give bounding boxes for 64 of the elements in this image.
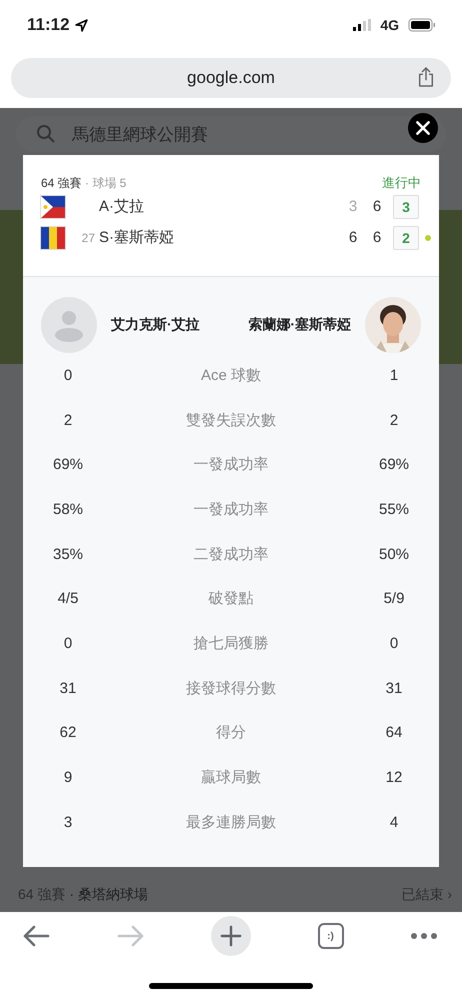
stat-label: 破發點 bbox=[208, 589, 254, 608]
address-bar[interactable]: google.com bbox=[11, 58, 451, 98]
stat-label: 二發成功率 bbox=[194, 544, 268, 564]
location-arrow-icon bbox=[74, 18, 88, 32]
stat-label: 一發成功率 bbox=[194, 500, 268, 519]
stat-value: 69% bbox=[52, 456, 84, 474]
avatar-placeholder-icon bbox=[41, 297, 97, 353]
stat-label: 得分 bbox=[216, 723, 246, 742]
stat-value: 35% bbox=[52, 546, 84, 563]
stat-value: 2 bbox=[64, 412, 72, 429]
signal-icon bbox=[353, 19, 372, 31]
player-name: A·艾拉 bbox=[99, 197, 145, 216]
more-icon[interactable] bbox=[410, 932, 438, 940]
stat-value: 9 bbox=[64, 769, 72, 786]
stat-value: 12 bbox=[386, 769, 402, 786]
plus-icon bbox=[220, 925, 242, 947]
stat-value: 31 bbox=[60, 680, 76, 697]
stat-value: 4/5 bbox=[58, 590, 78, 608]
status-time: 11:12 bbox=[27, 15, 70, 35]
tabs-button[interactable]: :) bbox=[318, 923, 344, 949]
search-icon bbox=[36, 124, 56, 144]
stat-value: 4 bbox=[390, 814, 398, 831]
stat-label: 最多連勝局數 bbox=[186, 812, 276, 832]
share-icon[interactable] bbox=[417, 66, 435, 88]
stat-label: 雙發失誤次數 bbox=[186, 410, 276, 430]
current-set-score: 2 bbox=[393, 226, 419, 250]
stat-value: 58% bbox=[52, 500, 84, 518]
set-score: 6 bbox=[372, 229, 382, 246]
stat-value: 31 bbox=[386, 680, 402, 697]
set-score: 3 bbox=[348, 198, 358, 215]
round-label: 64 強賽 · 球場 5 bbox=[41, 174, 126, 192]
current-set-score: 3 bbox=[393, 194, 419, 218]
player-full-name: 索蘭娜·塞斯蒂婭 bbox=[247, 316, 351, 334]
player-name: S·塞斯蒂婭 bbox=[99, 228, 175, 247]
stat-label: 接發球得分數 bbox=[186, 678, 276, 698]
close-icon bbox=[415, 120, 431, 136]
network-label: 4G bbox=[380, 17, 399, 33]
stat-value: 50% bbox=[378, 546, 410, 563]
flag-icon bbox=[41, 196, 65, 218]
flag-icon bbox=[41, 226, 65, 248]
player-full-name: 艾力克斯·艾拉 bbox=[111, 316, 201, 334]
stat-label: Ace 球數 bbox=[200, 366, 261, 385]
stat-value: 5/9 bbox=[384, 590, 404, 608]
search-query: 馬德里網球公開賽 bbox=[72, 124, 208, 146]
stat-value: 1 bbox=[390, 366, 398, 384]
stat-value: 2 bbox=[390, 412, 398, 429]
back-arrow-icon[interactable] bbox=[22, 925, 50, 947]
stat-value: 0 bbox=[64, 634, 72, 652]
set-score: 6 bbox=[348, 229, 358, 246]
set-score: 6 bbox=[372, 198, 382, 215]
seed-number: 27 bbox=[82, 230, 95, 244]
stat-value: 69% bbox=[378, 456, 410, 474]
stat-label: 贏球局數 bbox=[201, 768, 261, 788]
new-tab-button[interactable] bbox=[211, 916, 251, 956]
stat-label: 一發成功率 bbox=[194, 455, 268, 474]
stat-value: 0 bbox=[390, 634, 398, 652]
stat-value: 62 bbox=[60, 724, 76, 742]
battery-icon bbox=[408, 18, 436, 32]
match-status: 進行中 bbox=[382, 174, 421, 192]
stat-value: 3 bbox=[64, 814, 72, 831]
stat-label: 搶七局獲勝 bbox=[194, 634, 268, 653]
stat-value: 55% bbox=[378, 500, 410, 518]
stat-value: 64 bbox=[386, 724, 402, 742]
stat-value: 0 bbox=[64, 366, 72, 384]
